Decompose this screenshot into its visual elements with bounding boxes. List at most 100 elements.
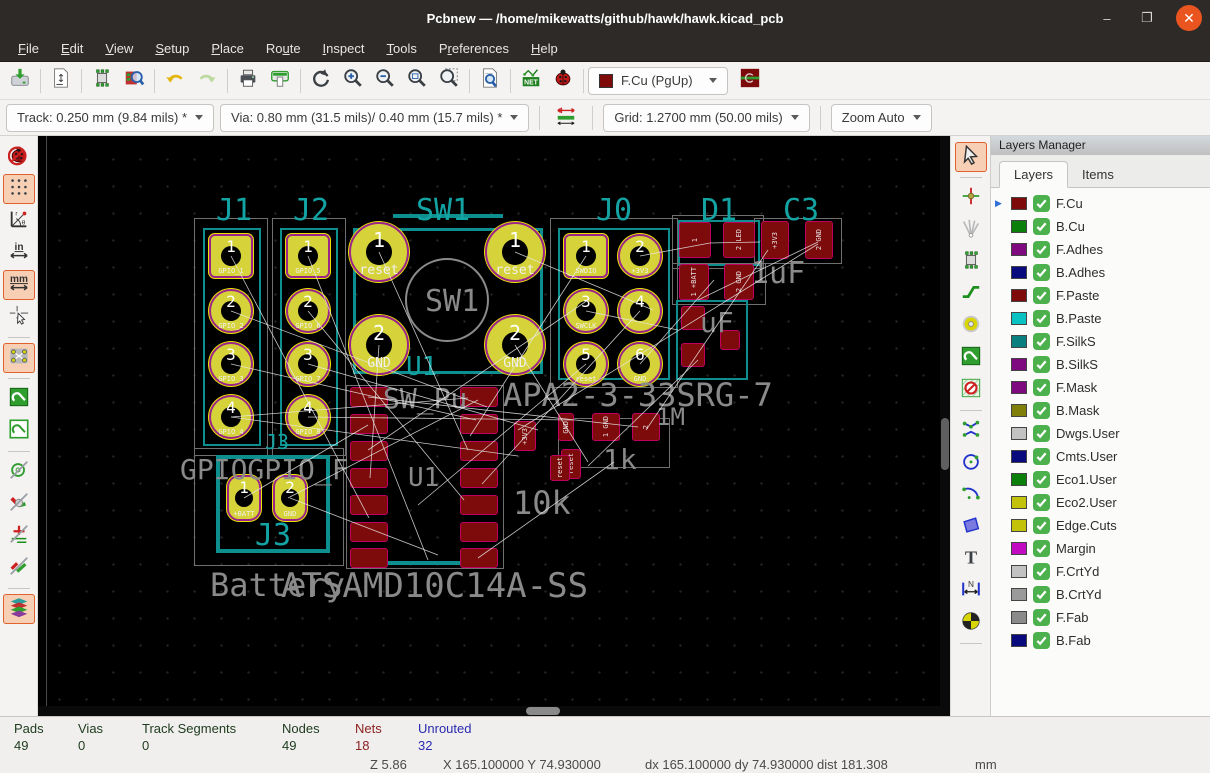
line-tool-button[interactable] bbox=[955, 416, 987, 446]
menu-route[interactable]: Route bbox=[256, 38, 311, 59]
menu-setup[interactable]: Setup bbox=[145, 38, 199, 59]
save-button[interactable] bbox=[4, 66, 36, 96]
track-via-size-icon[interactable] bbox=[550, 103, 582, 133]
layer-visibility-checkbox[interactable] bbox=[1033, 310, 1050, 327]
route-track-button[interactable] bbox=[955, 279, 987, 309]
restore-button[interactable]: ❐ bbox=[1136, 7, 1158, 29]
scrollbar-handle[interactable] bbox=[526, 707, 560, 715]
tab-layers[interactable]: Layers bbox=[999, 161, 1068, 188]
highlight-net-button[interactable] bbox=[955, 183, 987, 213]
zone-button[interactable] bbox=[955, 343, 987, 373]
menu-edit[interactable]: Edit bbox=[51, 38, 93, 59]
layer-color-swatch[interactable] bbox=[1011, 289, 1027, 302]
layer-row-f-fab[interactable]: F.Fab bbox=[991, 606, 1210, 629]
layer-row-f-cu[interactable]: ▶F.Cu bbox=[991, 192, 1210, 215]
pad-sketch-button[interactable] bbox=[3, 489, 35, 519]
polar-button[interactable]: rθ bbox=[3, 206, 35, 236]
layer-visibility-checkbox[interactable] bbox=[1033, 586, 1050, 603]
zone-fill-button[interactable] bbox=[3, 384, 35, 414]
units-in-button[interactable]: in bbox=[3, 238, 35, 268]
local-ratsnest-button[interactable] bbox=[955, 215, 987, 245]
track-sketch-button[interactable] bbox=[3, 521, 35, 551]
menu-view[interactable]: View bbox=[95, 38, 143, 59]
layer-color-swatch[interactable] bbox=[1011, 404, 1027, 417]
layer-row-b-adhes[interactable]: B.Adhes bbox=[991, 261, 1210, 284]
layer-visibility-checkbox[interactable] bbox=[1033, 517, 1050, 534]
layer-row-f-silks[interactable]: F.SilkS bbox=[991, 330, 1210, 353]
circle-tool-button[interactable] bbox=[955, 448, 987, 478]
drc-button[interactable] bbox=[547, 66, 579, 96]
layer-badge-button[interactable] bbox=[734, 66, 766, 96]
footprint-editor-button[interactable] bbox=[86, 66, 118, 96]
close-button[interactable]: ✕ bbox=[1176, 5, 1202, 31]
cursor-shape-button[interactable] bbox=[3, 302, 35, 332]
layer-visibility-checkbox[interactable] bbox=[1033, 632, 1050, 649]
layer-color-swatch[interactable] bbox=[1011, 542, 1027, 555]
layer-row-b-mask[interactable]: B.Mask bbox=[991, 399, 1210, 422]
layer-color-swatch[interactable] bbox=[1011, 197, 1027, 210]
menu-help[interactable]: Help bbox=[521, 38, 568, 59]
zoom-selection-button[interactable] bbox=[433, 66, 465, 96]
layer-stack-button[interactable] bbox=[3, 594, 35, 624]
layer-row-b-crtyd[interactable]: B.CrtYd bbox=[991, 583, 1210, 606]
units-mm-button[interactable]: mm bbox=[3, 270, 35, 300]
minimize-button[interactable]: – bbox=[1096, 7, 1118, 29]
zone-outline-button[interactable] bbox=[3, 416, 35, 446]
netlist-button[interactable]: NET bbox=[515, 66, 547, 96]
layer-color-swatch[interactable] bbox=[1011, 381, 1027, 394]
layer-color-swatch[interactable] bbox=[1011, 611, 1027, 624]
active-layer-dropdown[interactable]: F.Cu (PgUp) bbox=[588, 67, 728, 95]
grid-dropdown[interactable]: Grid: 1.2700 mm (50.00 mils) bbox=[603, 104, 809, 132]
layer-color-swatch[interactable] bbox=[1011, 312, 1027, 325]
layer-color-swatch[interactable] bbox=[1011, 220, 1027, 233]
layer-color-swatch[interactable] bbox=[1011, 427, 1027, 440]
layer-visibility-checkbox[interactable] bbox=[1033, 402, 1050, 419]
layer-row-cmts-user[interactable]: Cmts.User bbox=[991, 445, 1210, 468]
menu-inspect[interactable]: Inspect bbox=[313, 38, 375, 59]
pcb-canvas[interactable]: 12 LED+3V32 GND1 +BATT2 GNDGND1 GND2rese… bbox=[38, 136, 940, 706]
sheet-settings-button[interactable] bbox=[45, 66, 77, 96]
via-size-dropdown[interactable]: Via: 0.80 mm (31.5 mils)/ 0.40 mm (15.7 … bbox=[220, 104, 529, 132]
high-contrast-button[interactable] bbox=[3, 553, 35, 583]
layer-visibility-checkbox[interactable] bbox=[1033, 494, 1050, 511]
layer-color-swatch[interactable] bbox=[1011, 450, 1027, 463]
polygon-tool-button[interactable] bbox=[955, 512, 987, 542]
keepout-button[interactable] bbox=[955, 375, 987, 405]
layer-visibility-checkbox[interactable] bbox=[1033, 425, 1050, 442]
layer-visibility-checkbox[interactable] bbox=[1033, 356, 1050, 373]
refresh-button[interactable] bbox=[305, 66, 337, 96]
footprint-button[interactable] bbox=[955, 247, 987, 277]
zoom-fit-button[interactable] bbox=[401, 66, 433, 96]
menu-file[interactable]: File bbox=[8, 38, 49, 59]
text-tool-button[interactable]: T bbox=[955, 544, 987, 574]
track-width-dropdown[interactable]: Track: 0.250 mm (9.84 mils) * bbox=[6, 104, 214, 132]
origin-target-button[interactable] bbox=[955, 608, 987, 638]
layer-row-b-silks[interactable]: B.SilkS bbox=[991, 353, 1210, 376]
redo-button[interactable] bbox=[191, 66, 223, 96]
layer-row-b-paste[interactable]: B.Paste bbox=[991, 307, 1210, 330]
find-button[interactable] bbox=[474, 66, 506, 96]
ratsnest-button[interactable] bbox=[3, 343, 35, 373]
layer-color-swatch[interactable] bbox=[1011, 519, 1027, 532]
zoom-dropdown[interactable]: Zoom Auto bbox=[831, 104, 932, 132]
vertical-scrollbar[interactable] bbox=[940, 136, 950, 716]
layer-row-margin[interactable]: Margin bbox=[991, 537, 1210, 560]
layer-color-swatch[interactable] bbox=[1011, 634, 1027, 647]
layer-row-b-fab[interactable]: B.Fab bbox=[991, 629, 1210, 652]
scrollbar-handle[interactable] bbox=[941, 418, 949, 470]
layer-row-f-paste[interactable]: F.Paste bbox=[991, 284, 1210, 307]
menu-place[interactable]: Place bbox=[201, 38, 254, 59]
layer-visibility-checkbox[interactable] bbox=[1033, 195, 1050, 212]
zoom-in-button[interactable] bbox=[337, 66, 369, 96]
layer-visibility-checkbox[interactable] bbox=[1033, 563, 1050, 580]
layer-color-swatch[interactable] bbox=[1011, 496, 1027, 509]
layer-visibility-checkbox[interactable] bbox=[1033, 218, 1050, 235]
zoom-out-button[interactable] bbox=[369, 66, 401, 96]
plot-button[interactable] bbox=[264, 66, 296, 96]
cursor-arrow-button[interactable] bbox=[955, 142, 987, 172]
dimension-tool-button[interactable]: N bbox=[955, 576, 987, 606]
layer-visibility-checkbox[interactable] bbox=[1033, 379, 1050, 396]
layer-row-edge-cuts[interactable]: Edge.Cuts bbox=[991, 514, 1210, 537]
layer-visibility-checkbox[interactable] bbox=[1033, 333, 1050, 350]
undo-button[interactable] bbox=[159, 66, 191, 96]
